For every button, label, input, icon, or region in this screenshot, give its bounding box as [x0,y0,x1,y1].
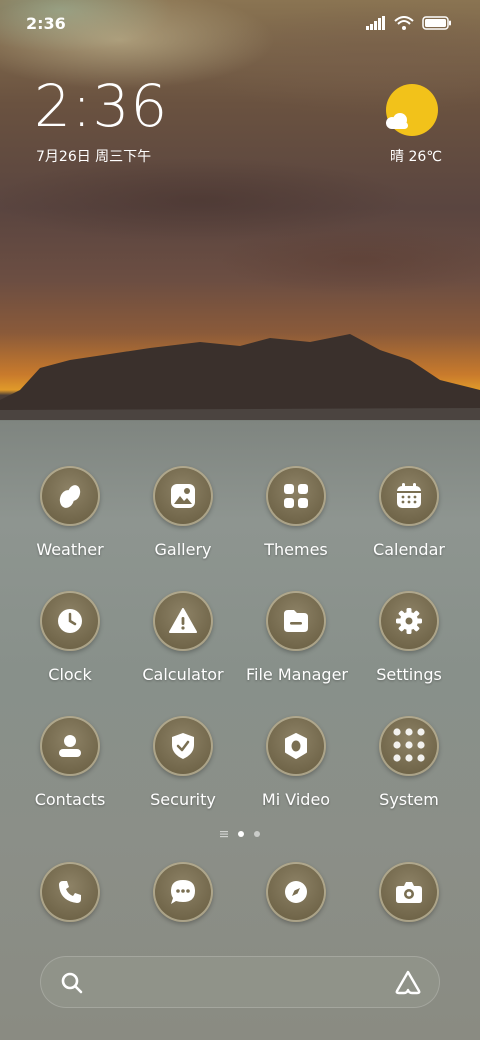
app-clock[interactable]: Clock [20,591,120,684]
app-security[interactable]: Security [133,716,233,809]
file-manager-icon [284,610,308,632]
app-label: Calculator [142,665,224,684]
app-label: Security [150,790,216,809]
app-icon-bg [266,716,326,776]
app-contacts[interactable]: Contacts [20,716,120,809]
app-icon-bg [40,716,100,776]
app-icon-bg [40,591,100,651]
cloud-icon [386,113,408,129]
app-label: System [379,790,439,809]
calendar-icon [397,483,421,508]
status-time: 2:36 [26,14,66,33]
app-icon-bg [266,862,326,922]
weather-icon [59,485,81,508]
app-icon-bg [379,716,439,776]
messages-icon [171,880,195,904]
weather-text: 晴 26℃ [390,149,442,165]
dock-phone[interactable] [20,862,120,922]
app-settings[interactable]: Settings [359,591,459,684]
app-label: Weather [36,540,104,559]
app-file-manager[interactable]: File Manager [246,591,348,684]
status-icons [366,16,452,30]
app-label: Mi Video [261,790,331,809]
app-system-folder[interactable]: System [359,716,459,809]
app-label: Calendar [373,540,445,559]
app-icon-bg [40,862,100,922]
app-icon-bg [40,466,100,526]
app-label: File Manager [246,665,348,684]
calculator-icon [169,608,197,633]
app-icon-bg [153,862,213,922]
search-icon [61,972,83,994]
contacts-icon [59,735,81,757]
wallpaper-mountain [0,334,480,420]
page-dot[interactable] [254,831,260,837]
app-label: Gallery [154,540,212,559]
security-icon [172,733,194,759]
app-label: Themes [264,540,328,559]
battery-icon [422,16,451,30]
gallery-icon [171,484,195,508]
settings-icon [396,608,422,634]
page-list-icon [220,831,228,838]
app-label: Contacts [34,790,106,809]
system-folder-icon [393,728,425,762]
app-icon-bg [153,716,213,776]
widget-clock[interactable]: 2:36 [34,72,168,140]
signal-icon [366,16,385,30]
page-indicator[interactable] [0,830,480,838]
app-icon-bg [379,466,439,526]
app-icon-bg [379,862,439,922]
app-calendar[interactable]: Calendar [359,466,459,559]
widget-date: 7月26日 周三下午 [36,149,152,165]
phone-icon [59,881,81,903]
mi-video-icon [285,733,307,759]
app-gallery[interactable]: Gallery [133,466,233,559]
app-icon-bg [153,466,213,526]
dock-camera[interactable] [359,862,459,922]
app-weather[interactable]: Weather [20,466,120,559]
dock-browser[interactable] [246,862,346,922]
page-dot-active[interactable] [238,831,244,837]
wifi-icon [394,16,414,30]
app-themes[interactable]: Themes [246,466,346,559]
browser-icon [285,881,307,903]
app-mi-video[interactable]: Mi Video [246,716,346,809]
app-icon-bg [153,591,213,651]
themes-icon [284,484,308,508]
search-bar[interactable] [40,956,440,1008]
camera-icon [396,882,422,903]
app-calculator[interactable]: Calculator [133,591,233,684]
dock-messages[interactable] [133,862,233,922]
assistant-icon[interactable] [394,969,422,995]
home-screen: 2:36 2:36 7月26日 周三下午 晴 26℃ Weather Galle… [0,0,480,1040]
app-icon-bg [379,591,439,651]
app-icon-bg [266,591,326,651]
app-icon-bg [266,466,326,526]
clock-icon [58,609,82,633]
app-label: Settings [376,665,442,684]
app-label: Clock [48,665,92,684]
